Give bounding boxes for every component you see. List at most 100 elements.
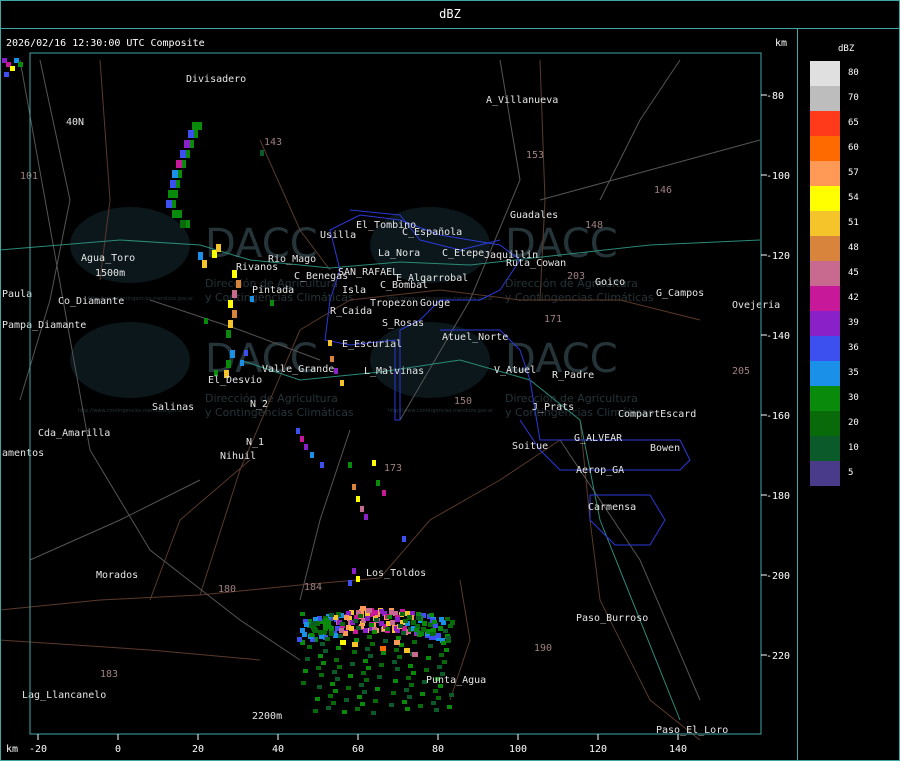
echo-cell: [406, 676, 411, 680]
label-tropezon: Tropezon: [370, 298, 418, 309]
echo-cell: [244, 350, 248, 356]
echo-cell: [336, 646, 341, 650]
echo-cell: [304, 622, 309, 627]
radar-map[interactable]: DACC Dirección de Agricultura y Continge…: [0, 0, 798, 761]
echo-cell: [360, 606, 366, 611]
echo-cell: [328, 340, 332, 346]
label-nihuil: Nihuil: [220, 451, 256, 462]
echo-cell: [346, 686, 351, 690]
y-tick-label: -200: [766, 571, 790, 582]
echo-cell: [392, 660, 397, 664]
legend-label: 57: [848, 168, 859, 178]
echo-cell: [348, 674, 353, 678]
legend-label: 45: [848, 268, 859, 278]
echo-cell: [379, 621, 384, 626]
y-tick-label: -140: [766, 331, 790, 342]
echo-cell: [409, 683, 414, 687]
echo-cell: [375, 687, 380, 691]
echo-cell: [431, 701, 436, 705]
echo-cell: [408, 664, 413, 668]
label-rcaida: R_Caida: [330, 306, 372, 317]
echo-cell: [194, 130, 198, 138]
echo-cell: [172, 170, 178, 178]
echo-cell: [192, 122, 198, 130]
echo-cell: [204, 318, 208, 324]
echo-cell: [230, 350, 235, 358]
echo-cell: [364, 514, 368, 520]
label-aguatoro: Agua_Toro: [81, 253, 135, 264]
echo-cell: [342, 710, 347, 714]
echo-cell: [354, 638, 359, 642]
echo-cell: [438, 626, 443, 631]
echo-cell: [323, 649, 328, 653]
echo-cell: [226, 360, 231, 368]
label-rn146: 146: [654, 185, 672, 196]
echo-cell: [300, 612, 305, 616]
echo-cell: [228, 320, 233, 328]
echo-cell: [393, 679, 398, 683]
echo-cell: [352, 568, 356, 574]
echo-cell: [373, 699, 378, 703]
y-tick-label: -80: [766, 91, 784, 102]
legend-label: 5: [848, 468, 854, 478]
label-puntaagua: Punta_Agua: [426, 675, 486, 686]
echo-cell: [348, 462, 352, 468]
echo-cell: [180, 220, 186, 228]
echo-cell: [332, 670, 337, 674]
echo-cell: [428, 644, 433, 648]
echo-cell: [433, 689, 438, 693]
echo-cell: [313, 628, 318, 633]
echo-cell: [366, 666, 371, 670]
echo-cell: [320, 462, 324, 468]
echo-cell: [411, 671, 416, 675]
legend-label: 60: [848, 143, 859, 153]
echo-cell: [376, 480, 380, 486]
echo-cell: [166, 200, 172, 208]
echo-cell: [383, 639, 388, 643]
label-rn184: 184: [304, 582, 322, 593]
label-rn148: 148: [585, 220, 603, 231]
label-rn180: 180: [218, 584, 236, 595]
echo-cell: [365, 647, 370, 651]
echo-cell: [394, 640, 400, 645]
echo-cell: [414, 628, 419, 632]
echo-cell: [356, 576, 360, 582]
echo-cell: [331, 701, 336, 705]
echo-cell: [372, 460, 376, 466]
label-bombal: C_Bombal: [380, 280, 428, 291]
legend-swatch: [810, 61, 840, 86]
echo-cell: [391, 691, 396, 695]
label-etepe: C_Etepe: [442, 248, 484, 259]
echo-cell: [372, 630, 377, 634]
label-pampadiamante: Pampa_Diamante: [2, 320, 86, 331]
label-rn143a: 143: [264, 137, 282, 148]
echo-cell: [350, 662, 355, 666]
legend-swatch: [810, 361, 840, 386]
x-tick-label: 60: [352, 744, 364, 755]
label-morados: Morados: [96, 570, 138, 581]
x-tick-label: 40: [272, 744, 284, 755]
echo-cell: [365, 616, 370, 621]
x-tick-label: 140: [669, 744, 687, 755]
echo-cell: [421, 627, 426, 632]
echo-cell: [367, 635, 372, 639]
y-tick-label: -220: [766, 651, 790, 662]
echo-cell: [176, 180, 180, 188]
legend-label: 36: [848, 343, 859, 353]
legend-label: 30: [848, 393, 859, 403]
label-40n: 40N: [66, 117, 84, 128]
label-rn173: 173: [384, 463, 402, 474]
label-lanora: La_Nora: [378, 248, 420, 259]
echo-cell: [340, 380, 344, 386]
legend-label: 10: [848, 443, 859, 453]
echo-cell: [316, 666, 321, 670]
label-cdaamarilla: Cda_Amarilla: [38, 428, 110, 439]
echo-cell: [356, 626, 361, 630]
echo-cell: [327, 625, 332, 629]
label-vallegrande: Valle_Grande: [262, 364, 334, 375]
echo-cell: [434, 708, 439, 712]
legend-swatch: [810, 161, 840, 186]
echo-cell: [172, 210, 178, 218]
echo-cell: [387, 615, 392, 619]
label-srosas: S_Rosas: [382, 318, 424, 329]
